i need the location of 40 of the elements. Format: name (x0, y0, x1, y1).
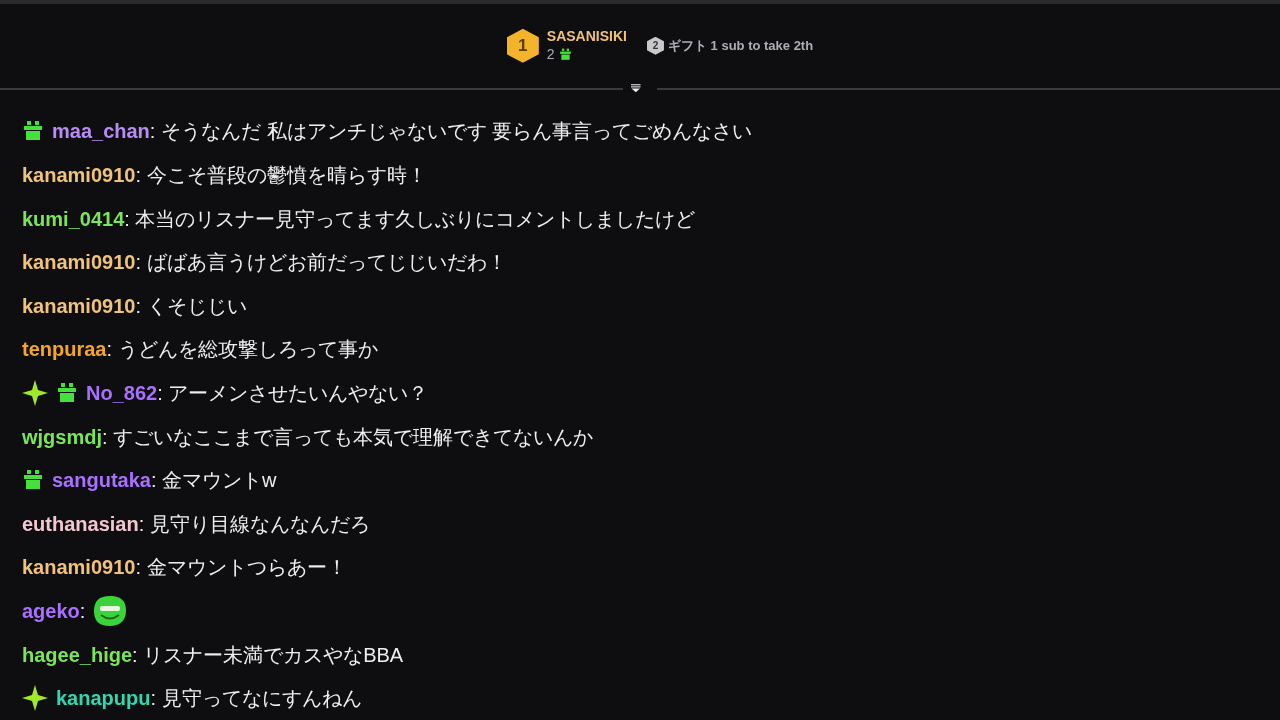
chat-username[interactable]: kanami0910 (22, 290, 136, 321)
gift-count: 2 (546, 45, 555, 64)
next-rank-text: ギフト 1 sub to take 2th (667, 37, 814, 56)
chat-message: : 見守り目線なんなんだろ (138, 511, 370, 537)
chat-username[interactable]: wjgsmdj (22, 421, 102, 452)
chat-username[interactable]: No_862 (86, 378, 158, 409)
chat-username[interactable]: kanami0910 (22, 160, 136, 191)
frog-emote-icon (93, 595, 128, 627)
chat-username[interactable]: kanapupu (56, 683, 151, 714)
chat-message: : くそじじい (135, 293, 247, 319)
chat-message: : うどんを総攻撃しろって事か (106, 337, 378, 363)
chat-message: : 見守ってなにすんねん (150, 686, 362, 712)
sparkle-icon (22, 685, 48, 712)
chat-username[interactable]: ageko (22, 596, 80, 626)
chat-message: : アーメンさせたいんやない？ (157, 381, 429, 407)
gift-icon (22, 120, 44, 143)
chat-message: : そうなんだ 私はアンチじゃないです 要らん事言ってごめんなさい (149, 119, 753, 145)
chat-username[interactable]: euthanasian (22, 508, 139, 539)
chat-message: : 本当のリスナー見守ってます久しぶりにコメントしましたけど (124, 206, 696, 232)
chat-username[interactable]: kanami0910 (22, 552, 136, 583)
chat-username[interactable]: sangutaka (52, 465, 151, 496)
chat-message: : 金マウントw (150, 468, 277, 494)
top-gifter-name: SASANISIKI (546, 28, 627, 46)
rank-badge: 2 (646, 36, 664, 55)
chat-username[interactable]: tenpuraa (22, 334, 107, 365)
rank-badge: 1 (506, 28, 539, 63)
chat-message: : (79, 599, 86, 624)
chat-username[interactable]: hagee_hige (22, 639, 133, 670)
gift-icon (558, 48, 572, 62)
gift-icon (56, 382, 78, 405)
chat-message: : リスナー未満でカスやなBBA (132, 642, 404, 668)
chat-username[interactable]: maa_chan (52, 116, 150, 147)
chat-message: : 今こそ普段の鬱憤を晴らす時！ (135, 163, 427, 189)
chat-username[interactable]: kanami0910 (22, 247, 136, 278)
sparkle-icon (22, 380, 48, 407)
gift-icon (22, 469, 44, 492)
chat-message: : すごいなここまで言っても本気で理解できてないんか (102, 424, 594, 450)
chat-message: : 金マウントつらあー！ (135, 555, 347, 581)
chat-username[interactable]: kumi_0414 (22, 203, 125, 234)
chat-message: : ばばあ言うけどお前だってじじいだわ！ (135, 250, 507, 276)
